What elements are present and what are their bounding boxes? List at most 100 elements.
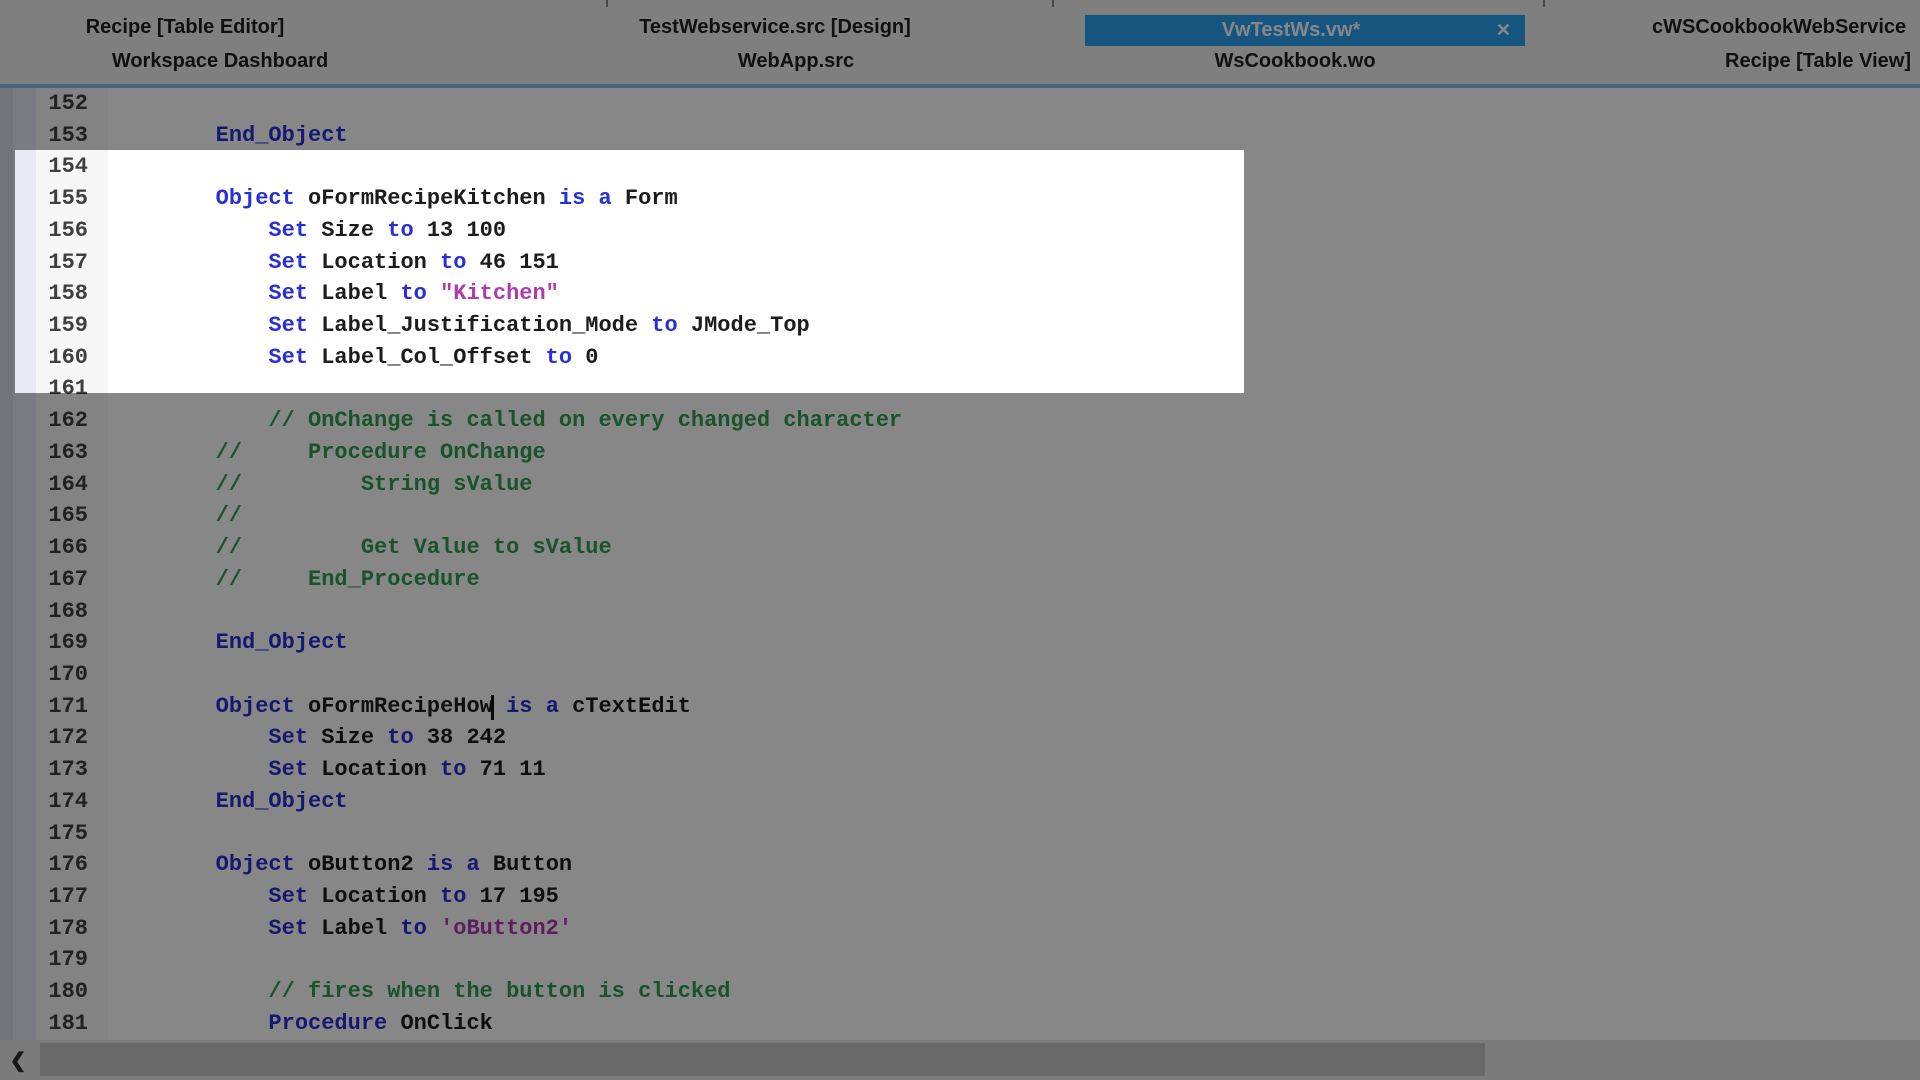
code-line[interactable]: 167 // End_Procedure [0, 564, 1920, 596]
ide-window: { "tab_bar": { "row1": [ {"id": "recipe-… [0, 0, 1920, 1080]
code-token-k: to [440, 250, 480, 275]
code-line[interactable]: 154 [0, 151, 1920, 183]
code-line[interactable]: 163 // Procedure OnChange [0, 437, 1920, 469]
code-line-text: // End_Procedure [108, 564, 480, 596]
code-line[interactable]: 170 [0, 659, 1920, 691]
code-line-text: Procedure OnClick [108, 1008, 493, 1040]
chevron-left-icon: ❮ [10, 1048, 27, 1073]
tab-cwscookbook-webservice[interactable]: cWSCookbookWebService [1652, 16, 1906, 39]
code-token-k: is a [559, 186, 625, 211]
code-line[interactable]: 157 Set Location to 46 151 [0, 247, 1920, 279]
code-token-k: End_Object [110, 123, 348, 148]
line-number: 160 [0, 342, 108, 374]
code-line[interactable]: 178 Set Label to 'oButton2' [0, 913, 1920, 945]
code-line[interactable]: 164 // String sValue [0, 469, 1920, 501]
line-number: 174 [0, 786, 108, 818]
line-number: 179 [0, 944, 108, 976]
tab-testwebservice-src-design[interactable]: TestWebservice.src [Design] [639, 16, 911, 39]
scroll-left-button[interactable]: ❮ [0, 1040, 36, 1080]
tab-recipe-table-view[interactable]: Recipe [Table View] [1725, 50, 1911, 73]
code-token-i: oButton2 [308, 852, 427, 877]
code-token-k: Set [110, 313, 321, 338]
code-line[interactable]: 179 [0, 944, 1920, 976]
code-line-text: Set Size to 38 242 [108, 722, 506, 754]
line-number: 181 [0, 1008, 108, 1040]
code-token-n: 71 11 [480, 757, 546, 782]
code-token-i: Label_Col_Offset [321, 345, 545, 370]
code-token-n: 17 195 [480, 884, 559, 909]
code-token-k: Set [110, 884, 321, 909]
code-token-k: Set [110, 725, 321, 750]
scrollbar-thumb[interactable] [40, 1043, 1485, 1076]
code-token-i: Label [321, 916, 400, 941]
code-token-i: JMode_Top [691, 313, 810, 338]
line-number: 176 [0, 849, 108, 881]
code-line[interactable]: 161 [0, 373, 1920, 405]
code-line-text: Set Label_Justification_Mode to JMode_To… [108, 310, 810, 342]
code-token-n: 13 100 [427, 218, 506, 243]
line-number: 172 [0, 722, 108, 754]
tab-separator [606, 0, 608, 7]
tab-webapp-src[interactable]: WebApp.src [738, 50, 854, 73]
tab-vwtestws-vw-active[interactable]: VwTestWs.vw*✕ [1085, 15, 1525, 46]
code-token-k: to [387, 725, 427, 750]
code-line-text: Set Location to 46 151 [108, 247, 559, 279]
code-token-k: Object [110, 852, 308, 877]
code-line[interactable]: 158 Set Label to "Kitchen" [0, 278, 1920, 310]
code-line[interactable]: 180 // fires when the button is clicked [0, 976, 1920, 1008]
line-number: 180 [0, 976, 108, 1008]
code-token-k: is a [493, 694, 572, 719]
code-line-text: Set Label to 'oButton2' [108, 913, 572, 945]
code-line[interactable]: 152 [0, 88, 1920, 120]
close-icon[interactable]: ✕ [1496, 19, 1511, 41]
code-line[interactable]: 176 Object oButton2 is a Button [0, 849, 1920, 881]
code-token-k: Set [110, 345, 321, 370]
code-line[interactable]: 162 // OnChange is called on every chang… [0, 405, 1920, 437]
code-line-text: // Get Value to sValue [108, 532, 612, 564]
code-line[interactable]: 181 Procedure OnClick [0, 1008, 1920, 1040]
line-number: 168 [0, 596, 108, 628]
code-token-k: is a [427, 852, 493, 877]
line-number: 169 [0, 627, 108, 659]
code-line-text: Object oFormRecipeKitchen is a Form [108, 183, 678, 215]
code-rows: 152153 End_Object154155 Object oFormReci… [0, 88, 1920, 1040]
code-line[interactable]: 172 Set Size to 38 242 [0, 722, 1920, 754]
line-number: 157 [0, 247, 108, 279]
code-line[interactable]: 171 Object oFormRecipeHow is a cTextEdit [0, 691, 1920, 723]
code-token-c: // fires when the button is clicked [110, 979, 731, 1004]
code-editor[interactable]: 152153 End_Object154155 Object oFormReci… [0, 88, 1920, 1040]
tab-wscookbook-wo[interactable]: WsCookbook.wo [1214, 50, 1375, 73]
code-line[interactable]: 165 // [0, 500, 1920, 532]
code-line-text: End_Object [108, 120, 348, 152]
line-number: 173 [0, 754, 108, 786]
code-line[interactable]: 168 [0, 596, 1920, 628]
code-line[interactable]: 177 Set Location to 17 195 [0, 881, 1920, 913]
code-token-k: to [387, 218, 427, 243]
code-line[interactable]: 159 Set Label_Justification_Mode to JMod… [0, 310, 1920, 342]
code-line[interactable]: 169 End_Object [0, 627, 1920, 659]
line-number: 155 [0, 183, 108, 215]
horizontal-scrollbar[interactable]: ❮ [0, 1040, 1920, 1080]
code-line[interactable]: 160 Set Label_Col_Offset to 0 [0, 342, 1920, 374]
code-token-c: // OnChange is called on every changed c… [110, 408, 902, 433]
code-token-k: Object [110, 186, 308, 211]
tab-recipe-table-editor[interactable]: Recipe [Table Editor] [86, 16, 285, 39]
code-token-k: to [651, 313, 691, 338]
code-line[interactable]: 174 End_Object [0, 786, 1920, 818]
tab-separator [1052, 0, 1054, 7]
code-line[interactable]: 175 [0, 818, 1920, 850]
tab-workspace-dashboard[interactable]: Workspace Dashboard [112, 50, 328, 73]
code-line[interactable]: 166 // Get Value to sValue [0, 532, 1920, 564]
code-line[interactable]: 155 Object oFormRecipeKitchen is a Form [0, 183, 1920, 215]
code-line[interactable]: 153 End_Object [0, 120, 1920, 152]
line-number: 177 [0, 881, 108, 913]
code-token-k: to [400, 916, 440, 941]
line-number: 178 [0, 913, 108, 945]
code-line[interactable]: 173 Set Location to 71 11 [0, 754, 1920, 786]
code-token-i: Location [321, 250, 440, 275]
code-token-k: End_Object [110, 630, 348, 655]
code-token-i: OnClick [400, 1011, 492, 1036]
code-line[interactable]: 156 Set Size to 13 100 [0, 215, 1920, 247]
tab-bar: Recipe [Table Editor] TestWebservice.src … [0, 0, 1920, 84]
line-number: 167 [0, 564, 108, 596]
